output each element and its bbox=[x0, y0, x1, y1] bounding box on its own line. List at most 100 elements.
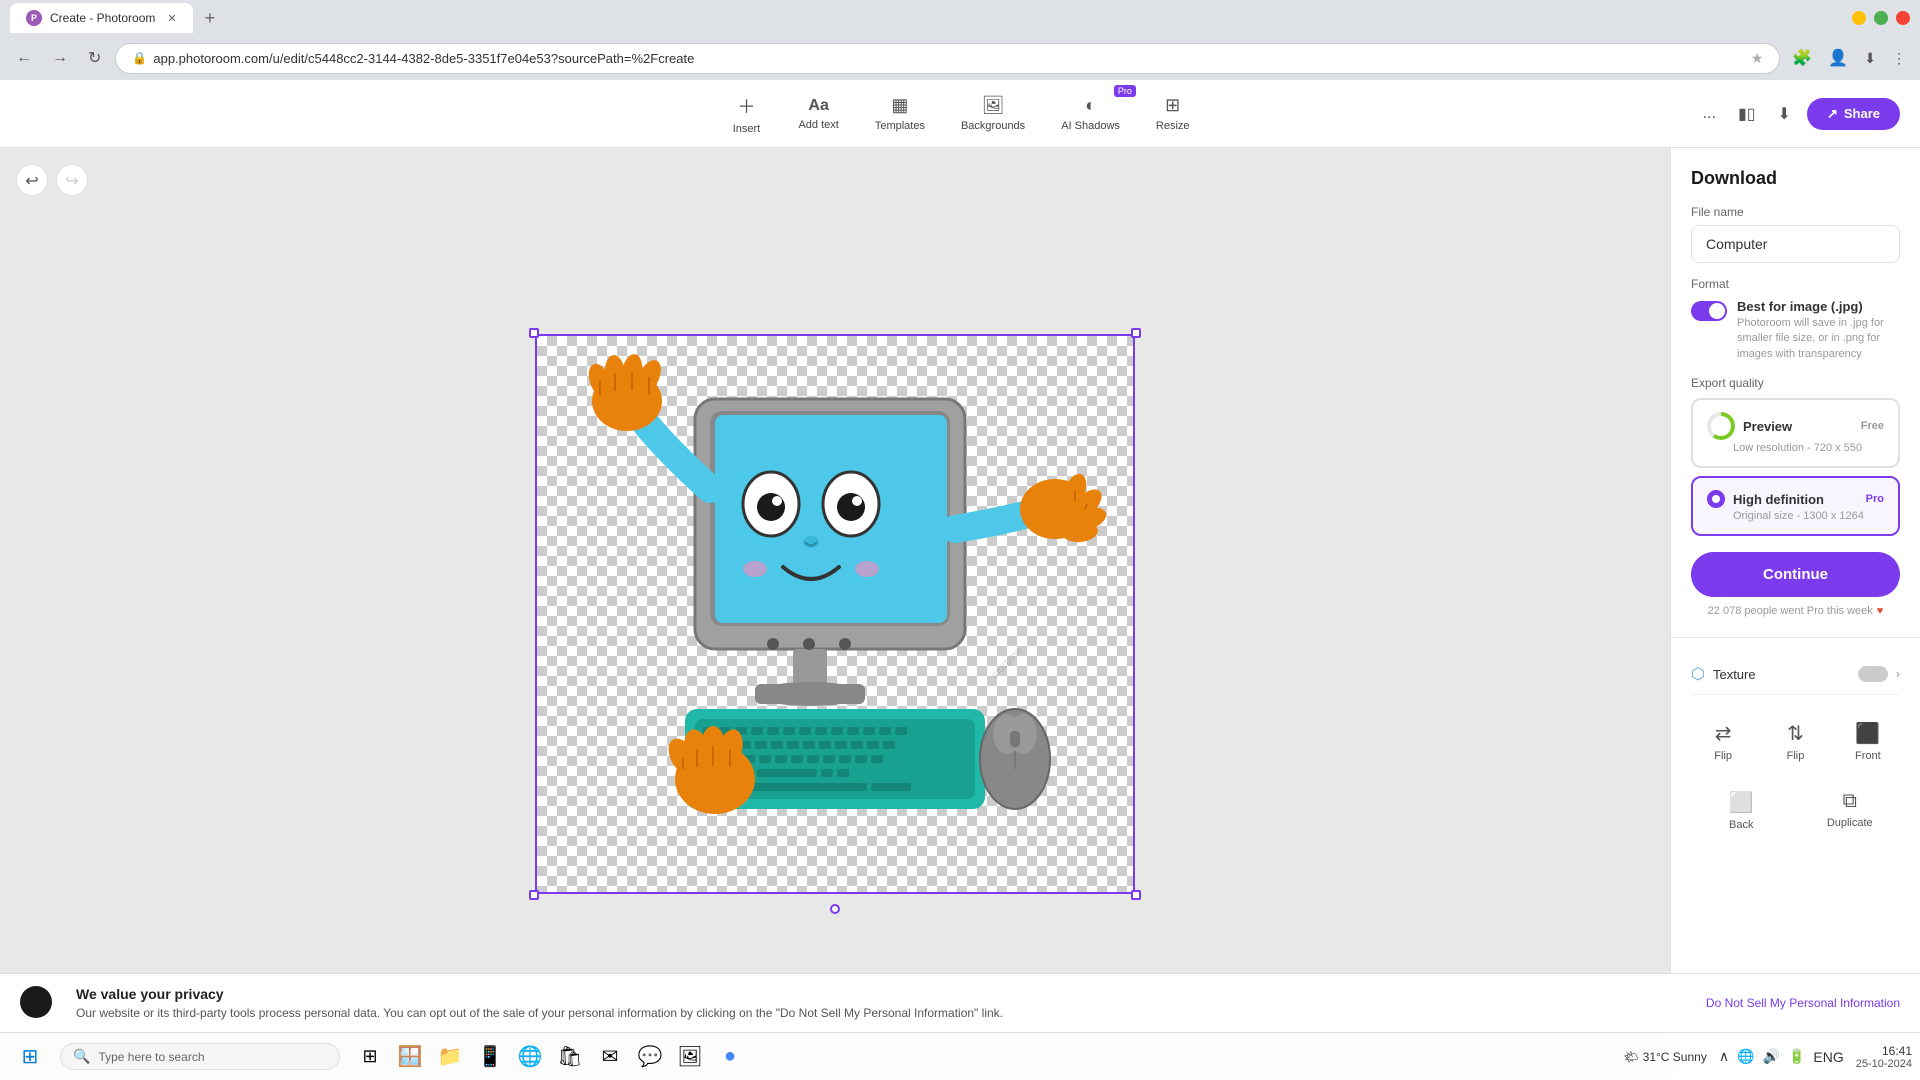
tray-icon-network[interactable]: 🌐 bbox=[1737, 1048, 1754, 1065]
format-name: Best for image (.jpg) bbox=[1737, 299, 1900, 314]
taskbar-app-fileexplorer[interactable]: 📁 bbox=[432, 1039, 468, 1075]
download-browser-button[interactable]: ⬇ bbox=[1860, 46, 1880, 71]
duplicate-label: Duplicate bbox=[1827, 817, 1873, 829]
taskbar-app-phone[interactable]: 📱 bbox=[472, 1039, 508, 1075]
redo-button[interactable]: ↪ bbox=[56, 164, 88, 196]
texture-chevron-button[interactable]: › bbox=[1896, 667, 1900, 681]
texture-icon: ⬡ bbox=[1691, 664, 1705, 684]
taskbar-app-windows[interactable]: ⊞ bbox=[352, 1039, 388, 1075]
tray-icon-chevron[interactable]: ∧ bbox=[1719, 1048, 1729, 1065]
new-tab-button[interactable]: + bbox=[205, 8, 216, 29]
toolbar-resize[interactable]: ⊞ Resize bbox=[1142, 87, 1204, 140]
tray-icon-volume[interactable]: 🔊 bbox=[1763, 1048, 1780, 1065]
duplicate-button[interactable]: ⧉ Duplicate bbox=[1800, 780, 1901, 841]
canvas-image-container[interactable]: inurtime bbox=[535, 334, 1135, 894]
selection-handle-rotate[interactable] bbox=[830, 904, 840, 914]
maximize-button[interactable]: □ bbox=[1874, 11, 1888, 25]
clock-date: 25-10-2024 bbox=[1856, 1058, 1912, 1070]
texture-toggle[interactable] bbox=[1858, 666, 1888, 682]
backgrounds-icon: 🖼 bbox=[982, 95, 1005, 116]
toolbar-templates[interactable]: ▦ Templates bbox=[861, 87, 939, 140]
bottom-tools-panel: ⬡ Texture › ⇄ Flip ⇅ Flip bbox=[1671, 638, 1920, 857]
tools-grid: ⇄ Flip ⇅ Flip ⬛ Front bbox=[1691, 711, 1900, 772]
taskbar-weather[interactable]: 🌤 31°C Sunny bbox=[1623, 1050, 1706, 1064]
flip-h-icon: ⇄ bbox=[1715, 721, 1732, 746]
toolbar-insert[interactable]: ＋ Insert bbox=[716, 85, 776, 143]
forward-button[interactable]: → bbox=[46, 45, 74, 71]
toolbar-add-text[interactable]: Aa Add text bbox=[784, 89, 852, 139]
taskbar-search-box[interactable]: 🔍 Type here to search bbox=[60, 1043, 340, 1070]
selection-handle-top-left[interactable] bbox=[529, 328, 539, 338]
address-bar[interactable]: 🔒 app.photoroom.com/u/edit/c5448cc2-3144… bbox=[115, 43, 1780, 74]
taskbar-clock[interactable]: 16:41 25-10-2024 bbox=[1856, 1044, 1912, 1070]
selection-handle-bottom-right[interactable] bbox=[1131, 890, 1141, 900]
flip-h-label: Flip bbox=[1714, 750, 1732, 762]
windows-logo-icon: ⊞ bbox=[22, 1044, 39, 1069]
selection-handle-bottom-left[interactable] bbox=[529, 890, 539, 900]
preview-ring-inner bbox=[1711, 416, 1731, 436]
share-button[interactable]: ↗ Share bbox=[1807, 98, 1900, 130]
taskbar-apps: ⊞ 🪟 📁 📱 🌐 🛍 ✉ 💬 🖼 ● bbox=[352, 1039, 748, 1075]
resize-label: Resize bbox=[1156, 120, 1190, 132]
texture-label: Texture bbox=[1713, 667, 1756, 682]
undo-redo-group: ↩ ↪ bbox=[16, 164, 88, 196]
hd-quality-radio bbox=[1707, 490, 1725, 508]
toolbar-backgrounds[interactable]: 🖼 Backgrounds bbox=[947, 87, 1039, 140]
back-button[interactable]: ⬜ Back bbox=[1691, 780, 1792, 841]
taskbar: ⊞ 🔍 Type here to search ⊞ 🪟 📁 📱 🌐 🛍 ✉ 💬 … bbox=[0, 1032, 1920, 1080]
flip-h-button[interactable]: ⇄ Flip bbox=[1691, 711, 1755, 772]
toggle-knob bbox=[1709, 303, 1725, 319]
panel-title: Download bbox=[1691, 168, 1900, 189]
url-display: app.photoroom.com/u/edit/c5448cc2-3144-4… bbox=[153, 51, 1743, 66]
more-button[interactable]: ... bbox=[1697, 99, 1722, 129]
front-button[interactable]: ⬛ Front bbox=[1836, 711, 1900, 772]
download-button[interactable]: ⬇ bbox=[1772, 98, 1797, 130]
tab-title: Create - Photoroom bbox=[50, 11, 155, 25]
quality-option-hd[interactable]: High definition Pro Original size - 1300… bbox=[1691, 476, 1900, 536]
taskbar-app-widgets[interactable]: 🪟 bbox=[392, 1039, 428, 1075]
privacy-link[interactable]: Do Not Sell My Personal Information bbox=[1706, 996, 1900, 1010]
download-panel: Download File name Format Best for image… bbox=[1671, 148, 1920, 638]
export-quality-label: Export quality bbox=[1691, 376, 1900, 390]
profile-button[interactable]: 👤 bbox=[1824, 44, 1852, 72]
selection-handle-top-right[interactable] bbox=[1131, 328, 1141, 338]
tray-icon-battery[interactable]: 🔋 bbox=[1788, 1048, 1805, 1065]
privacy-dot[interactable] bbox=[20, 986, 52, 1018]
toolbar-ai-shadows[interactable]: ◐ AI Shadows Pro bbox=[1047, 87, 1134, 140]
taskbar-app-store[interactable]: 🛍 bbox=[552, 1039, 588, 1075]
flip-v-button[interactable]: ⇅ Flip bbox=[1763, 711, 1827, 772]
resize-icon: ⊞ bbox=[1165, 95, 1180, 116]
heart-icon: ♥ bbox=[1877, 605, 1884, 617]
templates-label: Templates bbox=[875, 120, 925, 132]
taskbar-app-chrome[interactable]: ● bbox=[712, 1039, 748, 1075]
taskbar-search-text: Type here to search bbox=[98, 1050, 204, 1064]
format-toggle[interactable] bbox=[1691, 301, 1727, 321]
taskbar-app-teams[interactable]: 💬 bbox=[632, 1039, 668, 1075]
taskbar-app-edge[interactable]: 🌐 bbox=[512, 1039, 548, 1075]
texture-row: ⬡ Texture › bbox=[1691, 654, 1900, 695]
undo-button[interactable]: ↩ bbox=[16, 164, 48, 196]
taskbar-app-mail[interactable]: ✉ bbox=[592, 1039, 628, 1075]
continue-button[interactable]: Continue bbox=[1691, 552, 1900, 597]
tab-close-button[interactable]: ✕ bbox=[167, 12, 176, 25]
file-name-input[interactable] bbox=[1691, 225, 1900, 263]
close-button[interactable]: ✕ bbox=[1896, 11, 1910, 25]
locale-indicator[interactable]: ENG bbox=[1813, 1049, 1843, 1065]
browser-tab[interactable]: P Create - Photoroom ✕ bbox=[10, 3, 193, 33]
weather-text: 31°C Sunny bbox=[1643, 1050, 1707, 1064]
start-button[interactable]: ⊞ bbox=[8, 1035, 52, 1079]
hd-quality-badge: Pro bbox=[1866, 493, 1884, 505]
minimize-button[interactable]: — bbox=[1852, 11, 1866, 25]
app-toolbar: ＋ Insert Aa Add text ▦ Templates 🖼 Backg… bbox=[0, 80, 1920, 148]
insert-label: Insert bbox=[733, 123, 761, 135]
privacy-bar: We value your privacy Our website or its… bbox=[0, 973, 1920, 1032]
quality-option-preview[interactable]: Preview Free Low resolution - 720 x 550 bbox=[1691, 398, 1900, 468]
sidebar-toggle-button[interactable]: ▮▯ bbox=[1732, 98, 1762, 130]
extensions-button[interactable]: 🧩 bbox=[1788, 44, 1816, 72]
taskbar-app-photoroom[interactable]: 🖼 bbox=[672, 1039, 708, 1075]
duplicate-icon: ⧉ bbox=[1843, 790, 1857, 813]
back-button[interactable]: ← bbox=[10, 45, 38, 71]
hd-radio-inner bbox=[1712, 495, 1720, 503]
more-options-button[interactable]: ⋮ bbox=[1888, 46, 1910, 71]
refresh-button[interactable]: ↻ bbox=[82, 44, 107, 72]
